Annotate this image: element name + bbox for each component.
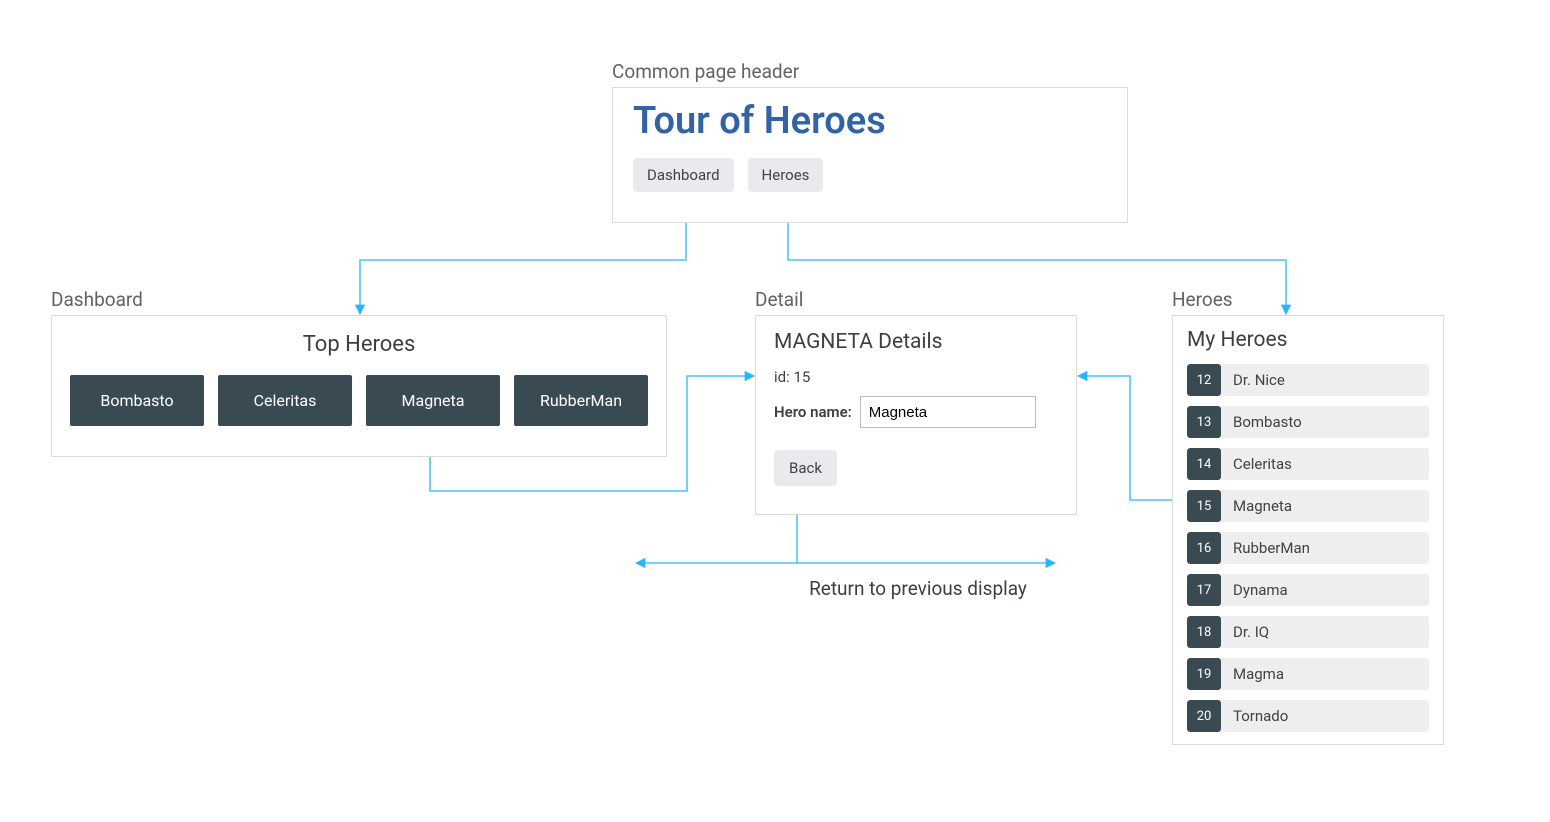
hero-name-input[interactable]: [860, 396, 1036, 428]
hero-id-badge: 18: [1187, 616, 1221, 648]
header-panel-label: Common page header: [612, 60, 799, 83]
hero-name-label: Dynama: [1221, 574, 1429, 606]
hero-name-label: Magneta: [1221, 490, 1429, 522]
nav-row: Dashboard Heroes: [633, 158, 1107, 192]
heroes-panel-label: Heroes: [1172, 288, 1233, 311]
hero-name-label: RubberMan: [1221, 532, 1429, 564]
hero-tile[interactable]: Magneta: [366, 375, 500, 426]
hero-list-item[interactable]: 16RubberMan: [1187, 532, 1429, 564]
hero-list-item[interactable]: 20Tornado: [1187, 700, 1429, 732]
heroes-title: My Heroes: [1187, 328, 1429, 352]
detail-title: MAGNETA Details: [774, 330, 1058, 354]
header-panel: Tour of Heroes Dashboard Heroes: [612, 87, 1128, 223]
hero-name-label: Dr. IQ: [1221, 616, 1429, 648]
hero-name-label: Hero name:: [774, 403, 852, 421]
back-button[interactable]: Back: [774, 450, 837, 486]
detail-panel-label: Detail: [755, 288, 803, 311]
hero-id-badge: 20: [1187, 700, 1221, 732]
detail-panel: MAGNETA Details id: 15 Hero name: Back: [755, 315, 1077, 515]
heroes-panel: My Heroes 12Dr. Nice13Bombasto14Celerita…: [1172, 315, 1444, 745]
hero-name-label: Dr. Nice: [1221, 364, 1429, 396]
hero-id-badge: 15: [1187, 490, 1221, 522]
hero-list-item[interactable]: 13Bombasto: [1187, 406, 1429, 438]
hero-tiles-row: Bombasto Celeritas Magneta RubberMan: [70, 375, 648, 426]
hero-id-badge: 14: [1187, 448, 1221, 480]
heroes-list: 12Dr. Nice13Bombasto14Celeritas15Magneta…: [1187, 364, 1429, 732]
nav-dashboard-button[interactable]: Dashboard: [633, 158, 734, 192]
hero-id-badge: 19: [1187, 658, 1221, 690]
hero-list-item[interactable]: 17Dynama: [1187, 574, 1429, 606]
hero-tile[interactable]: Bombasto: [70, 375, 204, 426]
hero-list-item[interactable]: 19Magma: [1187, 658, 1429, 690]
hero-list-item[interactable]: 18Dr. IQ: [1187, 616, 1429, 648]
hero-list-item[interactable]: 12Dr. Nice: [1187, 364, 1429, 396]
diagram-stage: { "header_label": "Common page header", …: [0, 0, 1550, 822]
hero-list-item[interactable]: 15Magneta: [1187, 490, 1429, 522]
hero-id-badge: 17: [1187, 574, 1221, 606]
hero-id-badge: 13: [1187, 406, 1221, 438]
hero-tile[interactable]: RubberMan: [514, 375, 648, 426]
dashboard-title: Top Heroes: [70, 332, 648, 357]
hero-name-label: Tornado: [1221, 700, 1429, 732]
dashboard-panel-label: Dashboard: [51, 288, 143, 311]
nav-heroes-button[interactable]: Heroes: [748, 158, 824, 192]
hero-name-label: Magma: [1221, 658, 1429, 690]
app-title: Tour of Heroes: [633, 100, 1107, 144]
return-label: Return to previous display: [668, 577, 1168, 600]
hero-list-item[interactable]: 14Celeritas: [1187, 448, 1429, 480]
dashboard-panel: Top Heroes Bombasto Celeritas Magneta Ru…: [51, 315, 667, 457]
hero-name-label: Bombasto: [1221, 406, 1429, 438]
hero-id-badge: 16: [1187, 532, 1221, 564]
hero-tile[interactable]: Celeritas: [218, 375, 352, 426]
hero-id-badge: 12: [1187, 364, 1221, 396]
hero-name-label: Celeritas: [1221, 448, 1429, 480]
detail-id-line: id: 15: [774, 368, 1058, 386]
detail-name-row: Hero name:: [774, 396, 1058, 428]
